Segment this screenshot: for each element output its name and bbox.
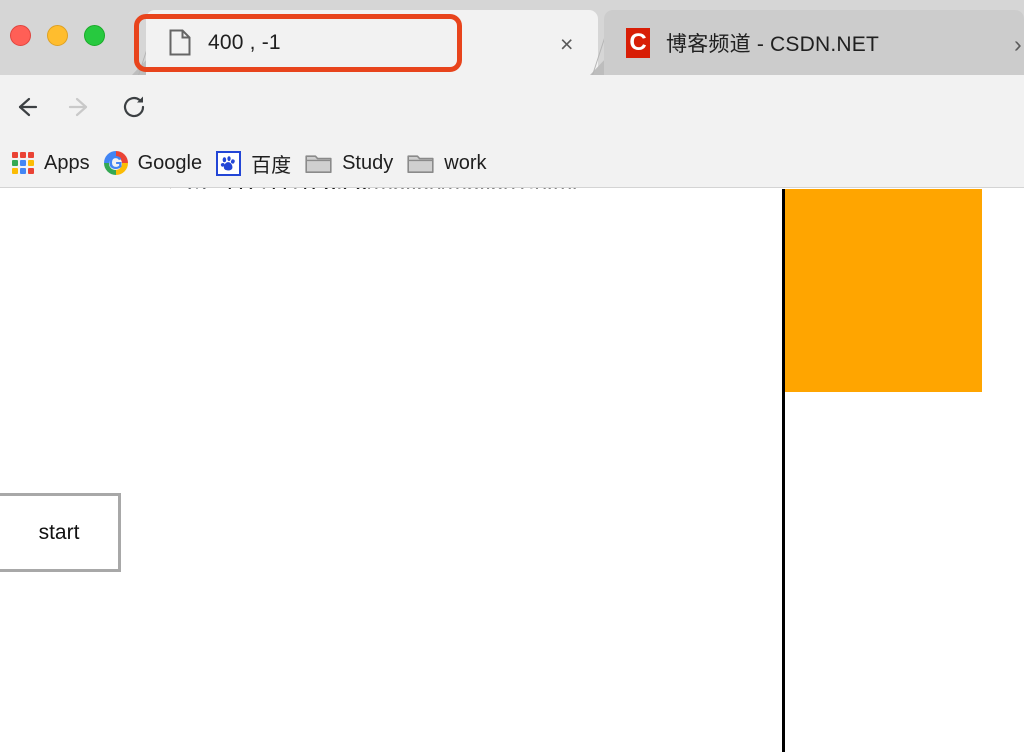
bookmark-label: Google	[137, 151, 203, 174]
baidu-paw-icon	[216, 150, 242, 176]
close-window-button[interactable]	[10, 25, 31, 46]
bookmark-study[interactable]: Study	[298, 146, 400, 180]
apps-grid-icon	[12, 152, 34, 174]
google-icon: G	[103, 151, 128, 175]
bookmark-work[interactable]: work	[400, 146, 493, 180]
bookmark-label: 百度	[251, 154, 292, 177]
zoom-window-button[interactable]	[84, 25, 105, 46]
tab-400-1[interactable]: 400 , -1	[146, 10, 598, 75]
csdn-favicon-letter: C	[626, 27, 650, 58]
forward-button[interactable]	[58, 85, 102, 129]
folder-icon	[305, 152, 332, 174]
close-tab-button[interactable]: ×	[560, 33, 573, 56]
start-button[interactable]: start	[0, 493, 121, 572]
close-tab-button[interactable]: ›	[1014, 33, 1022, 56]
bookmark-baidu[interactable]: 百度	[209, 146, 298, 180]
bookmark-google[interactable]: G Google	[97, 146, 210, 180]
browser-toolbar: 172.17.128.20/motion/motion1.html	[0, 75, 1024, 204]
bookmark-label: Apps	[44, 151, 90, 174]
back-button[interactable]	[4, 85, 48, 129]
bookmark-apps[interactable]: Apps	[5, 146, 97, 180]
tab-title: 博客频道 - CSDN.NET	[666, 32, 879, 56]
folder-icon	[407, 152, 434, 174]
animated-orange-box	[785, 189, 982, 392]
tab-strip: 400 , -1 × C 博客频道 - CSDN.NET ›	[0, 0, 1024, 76]
bookmark-label: work	[444, 151, 487, 174]
browser-window: 400 , -1 × C 博客频道 - CSDN.NET › Apps G Go…	[0, 0, 1024, 752]
minimize-window-button[interactable]	[47, 25, 68, 46]
page-viewport: start http://blog.csdn.net/GY_U_YG	[0, 189, 1024, 752]
reload-button[interactable]	[112, 85, 156, 129]
tab-csdn[interactable]: C 博客频道 - CSDN.NET	[604, 10, 1024, 75]
tab-title: 400 , -1	[208, 30, 281, 54]
csdn-icon: C	[626, 27, 650, 58]
bookmark-label: Study	[342, 151, 394, 174]
vertical-divider-line	[782, 189, 785, 752]
page-icon	[168, 29, 192, 57]
bookmarks-bar: Apps G Google 百度 Study work	[0, 139, 1024, 188]
window-controls	[10, 25, 105, 46]
